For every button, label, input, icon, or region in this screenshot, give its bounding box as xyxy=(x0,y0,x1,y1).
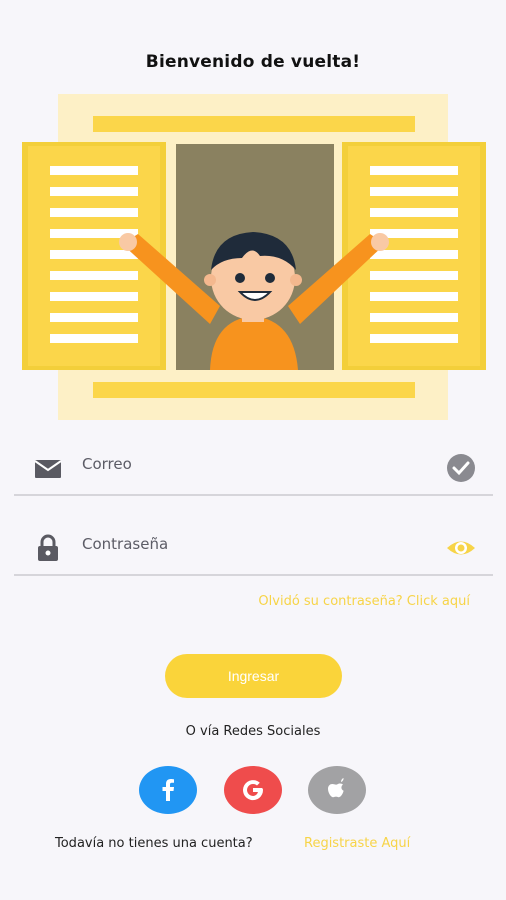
password-field[interactable]: Contraseña xyxy=(14,524,493,576)
google-icon xyxy=(243,780,264,801)
mail-icon xyxy=(34,460,62,478)
email-field[interactable]: Correo xyxy=(14,444,493,496)
eye-icon[interactable] xyxy=(445,532,477,564)
register-link[interactable]: Registraste Aquí xyxy=(304,836,410,851)
login-button[interactable]: Ingresar xyxy=(165,654,342,698)
social-label: O vía Redes Sociales xyxy=(185,724,321,739)
facebook-button[interactable] xyxy=(139,766,197,814)
page-title: Bienvenido de vuelta! xyxy=(145,52,361,72)
lock-icon xyxy=(38,534,58,561)
password-placeholder: Contraseña xyxy=(82,535,169,553)
window-waving-person-illustration xyxy=(22,94,486,420)
check-circle-icon xyxy=(447,454,475,482)
forgot-password-link[interactable]: Olvidó su contraseña? Click aquí xyxy=(258,594,470,609)
no-account-text: Todavía no tienes una cuenta? xyxy=(55,836,253,851)
google-button[interactable] xyxy=(224,766,282,814)
email-placeholder: Correo xyxy=(82,455,132,473)
apple-button[interactable] xyxy=(308,766,366,814)
apple-icon xyxy=(328,778,344,798)
facebook-icon xyxy=(162,779,174,801)
